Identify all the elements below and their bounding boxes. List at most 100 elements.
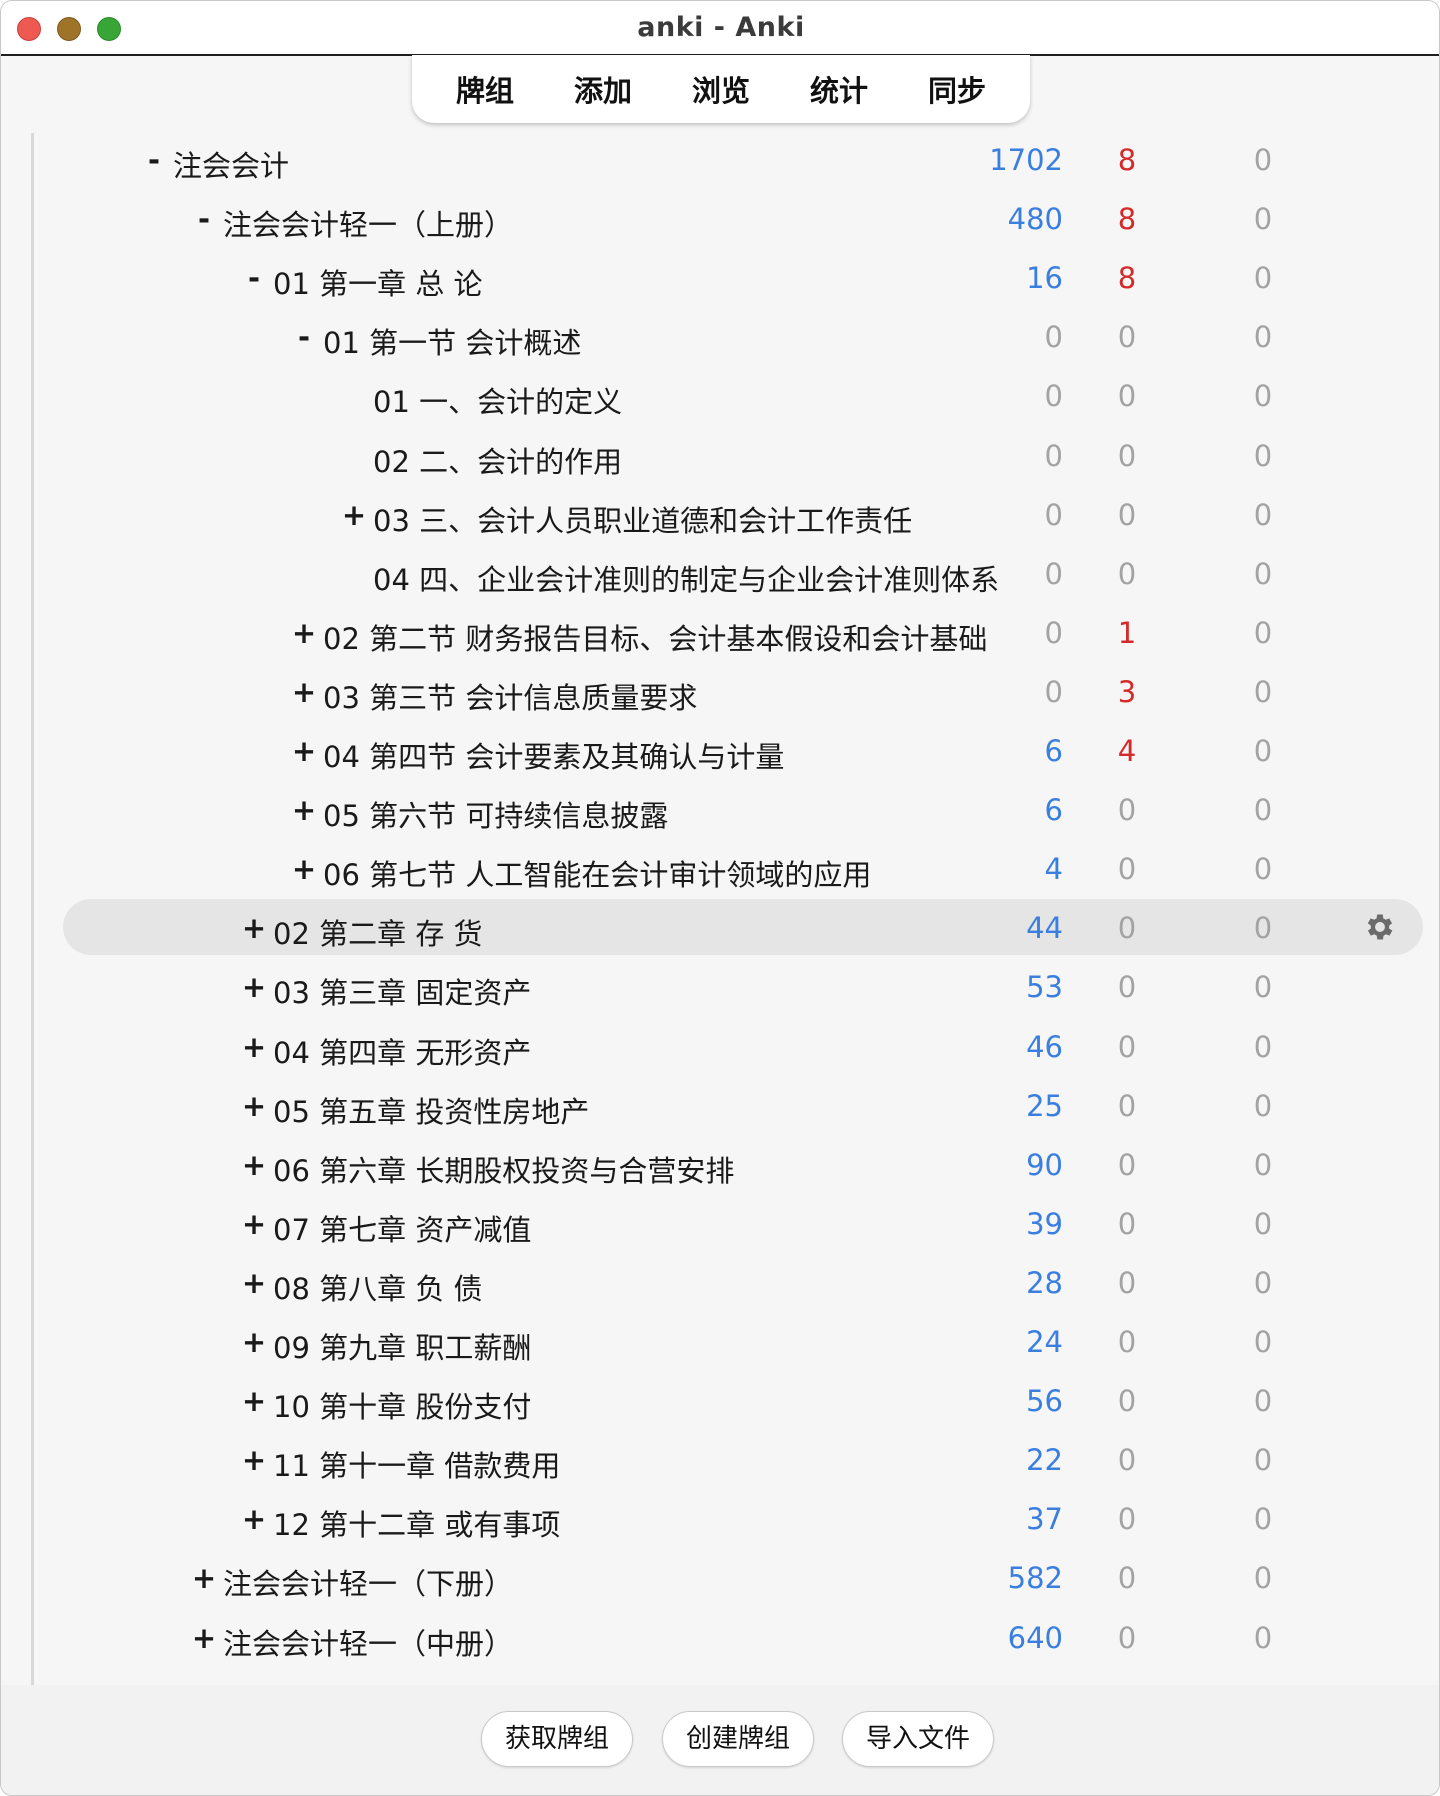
deck-row[interactable]: +05 第六节 可持续信息披露 6 0 0 bbox=[63, 781, 1423, 837]
due-count: 0 bbox=[1253, 202, 1273, 237]
deck-expander[interactable]: + bbox=[291, 675, 317, 709]
deck-row[interactable]: - 注会会计 1702 8 0 bbox=[63, 133, 1423, 187]
deck-name[interactable]: 06 第七节 人工智能在会计审计领域的应用 bbox=[323, 852, 1003, 894]
deck-row[interactable]: +11 第十一章 借款费用 22 0 0 bbox=[63, 1431, 1423, 1487]
deck-name[interactable]: 01 一、会计的定义 bbox=[373, 379, 1003, 421]
deck-expander[interactable]: + bbox=[241, 1030, 267, 1064]
new-count: 0 bbox=[1044, 497, 1063, 532]
toolbar-decks-button[interactable]: 牌组 bbox=[450, 64, 520, 114]
deck-name[interactable]: 02 第二章 存 货 bbox=[273, 911, 1003, 953]
new-count: 39 bbox=[1026, 1206, 1063, 1241]
deck-row[interactable]: +08 第八章 负 债 28 0 0 bbox=[63, 1254, 1423, 1310]
deck-expander[interactable]: + bbox=[241, 1325, 267, 1359]
deck-row[interactable]: 02 二、会计的作用 0 0 0 bbox=[63, 427, 1423, 483]
create-deck-button[interactable]: 创建牌组 bbox=[662, 1711, 814, 1767]
deck-expander[interactable]: + bbox=[191, 1561, 217, 1595]
deck-row[interactable]: -01 第一节 会计概述 0 0 0 bbox=[63, 308, 1423, 364]
deck-row[interactable]: 04 四、企业会计准则的制定与企业会计准则体系 0 0 0 bbox=[63, 545, 1423, 601]
deck-expander[interactable]: + bbox=[291, 793, 317, 827]
deck-name[interactable]: 01 第一章 总 论 bbox=[273, 261, 1003, 303]
new-count: 0 bbox=[1044, 379, 1063, 414]
deck-name[interactable]: 注会会计轻一（中册） bbox=[223, 1621, 1003, 1663]
deck-row[interactable]: +06 第七节 人工智能在会计审计领域的应用 4 0 0 bbox=[63, 840, 1423, 896]
deck-expander[interactable]: + bbox=[291, 734, 317, 768]
deck-expander[interactable]: + bbox=[241, 911, 267, 945]
deck-expander[interactable]: + bbox=[241, 1502, 267, 1536]
deck-name[interactable]: 02 二、会计的作用 bbox=[373, 439, 1003, 481]
deck-name[interactable]: 05 第五章 投资性房地产 bbox=[273, 1089, 1003, 1131]
new-count: 22 bbox=[1026, 1443, 1063, 1478]
deck-name[interactable]: 06 第六章 长期股权投资与合营安排 bbox=[273, 1148, 1003, 1190]
deck-expander[interactable]: + bbox=[291, 616, 317, 650]
get-shared-decks-button[interactable]: 获取牌组 bbox=[481, 1711, 633, 1767]
deck-name[interactable]: 11 第十一章 借款费用 bbox=[273, 1443, 1003, 1485]
deck-name[interactable]: 02 第二节 财务报告目标、会计基本假设和会计基础 bbox=[323, 616, 1003, 658]
deck-row[interactable]: +09 第九章 职工薪酬 24 0 0 bbox=[63, 1313, 1423, 1369]
deck-row[interactable]: +05 第五章 投资性房地产 25 0 0 bbox=[63, 1077, 1423, 1133]
deck-expander[interactable]: - bbox=[141, 143, 167, 177]
deck-name[interactable]: 12 第十二章 或有事项 bbox=[273, 1502, 1003, 1544]
deck-row[interactable]: + 注会会计轻一（下册） 582 0 0 bbox=[63, 1549, 1423, 1605]
deck-row[interactable]: +03 第三节 会计信息质量要求 0 3 0 bbox=[63, 663, 1423, 719]
deck-expander[interactable]: + bbox=[241, 1384, 267, 1418]
deck-name[interactable]: 04 第四节 会计要素及其确认与计量 bbox=[323, 734, 1003, 776]
toolbar-add-button[interactable]: 添加 bbox=[568, 64, 638, 114]
learn-count: 0 bbox=[1117, 1206, 1137, 1241]
deck-expander[interactable]: - bbox=[291, 320, 317, 354]
deck-name[interactable]: 09 第九章 职工薪酬 bbox=[273, 1325, 1003, 1367]
deck-expander[interactable]: + bbox=[241, 1089, 267, 1123]
deck-row[interactable]: + 注会会计轻一（中册） 640 0 0 bbox=[63, 1609, 1423, 1665]
toolbar-browse-button[interactable]: 浏览 bbox=[686, 64, 756, 114]
deck-row[interactable]: +02 第二节 财务报告目标、会计基本假设和会计基础 0 1 0 bbox=[63, 604, 1423, 660]
deck-name[interactable]: 03 第三章 固定资产 bbox=[273, 970, 1003, 1012]
deck-name[interactable]: 注会会计轻一（上册） bbox=[223, 202, 1003, 244]
deck-expander[interactable]: + bbox=[341, 498, 367, 532]
deck-row[interactable]: +07 第七章 资产减值 39 0 0 bbox=[63, 1195, 1423, 1251]
new-count: 0 bbox=[1044, 615, 1063, 650]
deck-name[interactable]: 03 第三节 会计信息质量要求 bbox=[323, 675, 1003, 717]
import-file-button[interactable]: 导入文件 bbox=[842, 1711, 994, 1767]
deck-expander[interactable]: + bbox=[241, 1266, 267, 1300]
learn-count: 8 bbox=[1117, 143, 1137, 177]
deck-expander[interactable]: - bbox=[241, 261, 267, 295]
deck-name[interactable]: 04 第四章 无形资产 bbox=[273, 1030, 1003, 1072]
deck-name[interactable]: 07 第七章 资产减值 bbox=[273, 1207, 1003, 1249]
deck-expander[interactable]: - bbox=[191, 202, 217, 236]
deck-expander[interactable]: + bbox=[241, 1207, 267, 1241]
due-count: 0 bbox=[1253, 1384, 1273, 1419]
deck-row[interactable]: +04 第四章 无形资产 46 0 0 bbox=[63, 1018, 1423, 1074]
learn-count: 0 bbox=[1117, 1325, 1137, 1359]
deck-row[interactable]: +12 第十二章 或有事项 37 0 0 bbox=[63, 1490, 1423, 1546]
deck-row[interactable]: +06 第六章 长期股权投资与合营安排 90 0 0 bbox=[63, 1136, 1423, 1192]
deck-name[interactable]: 04 四、企业会计准则的制定与企业会计准则体系 bbox=[373, 557, 1003, 599]
toolbar-sync-button[interactable]: 同步 bbox=[922, 64, 992, 114]
deck-row[interactable]: - 注会会计轻一（上册） 480 8 0 bbox=[63, 190, 1423, 246]
deck-row[interactable]: +03 第三章 固定资产 53 0 0 bbox=[63, 958, 1423, 1014]
deck-expander[interactable]: + bbox=[241, 970, 267, 1004]
new-count: 0 bbox=[1044, 438, 1063, 473]
deck-expander[interactable]: + bbox=[191, 1621, 217, 1655]
deck-row[interactable]: +03 三、会计人员职业道德和会计工作责任 0 0 0 bbox=[63, 486, 1423, 542]
deck-expander[interactable]: + bbox=[241, 1148, 267, 1182]
deck-row[interactable]: 01 一、会计的定义 0 0 0 bbox=[63, 367, 1423, 423]
deck-name[interactable]: 01 第一节 会计概述 bbox=[323, 320, 1003, 362]
gear-icon[interactable] bbox=[1363, 910, 1397, 944]
learn-count: 8 bbox=[1117, 261, 1137, 296]
new-count: 37 bbox=[1026, 1502, 1063, 1537]
due-count: 0 bbox=[1253, 1443, 1273, 1478]
deck-name[interactable]: 05 第六节 可持续信息披露 bbox=[323, 793, 1003, 835]
new-count: 6 bbox=[1044, 734, 1063, 768]
deck-expander[interactable]: + bbox=[291, 852, 317, 886]
deck-row[interactable]: -01 第一章 总 论 16 8 0 bbox=[63, 249, 1423, 305]
deck-row[interactable]: +10 第十章 股份支付 56 0 0 bbox=[63, 1372, 1423, 1428]
deck-name[interactable]: 08 第八章 负 债 bbox=[273, 1266, 1003, 1308]
deck-row[interactable]: +04 第四节 会计要素及其确认与计量 6 4 0 bbox=[63, 722, 1423, 778]
deck-name[interactable]: 03 三、会计人员职业道德和会计工作责任 bbox=[373, 498, 1003, 540]
deck-name[interactable]: 注会会计轻一（下册） bbox=[223, 1561, 1003, 1603]
toolbar-stats-button[interactable]: 统计 bbox=[804, 64, 874, 114]
deck-name[interactable]: 10 第十章 股份支付 bbox=[273, 1384, 1003, 1426]
deck-row[interactable]: -注会审计177350 bbox=[63, 1668, 1423, 1685]
deck-name[interactable]: 注会会计 bbox=[173, 143, 1003, 185]
deck-row-current[interactable]: +02 第二章 存 货 44 0 0 bbox=[63, 899, 1423, 956]
deck-expander[interactable]: + bbox=[241, 1443, 267, 1477]
